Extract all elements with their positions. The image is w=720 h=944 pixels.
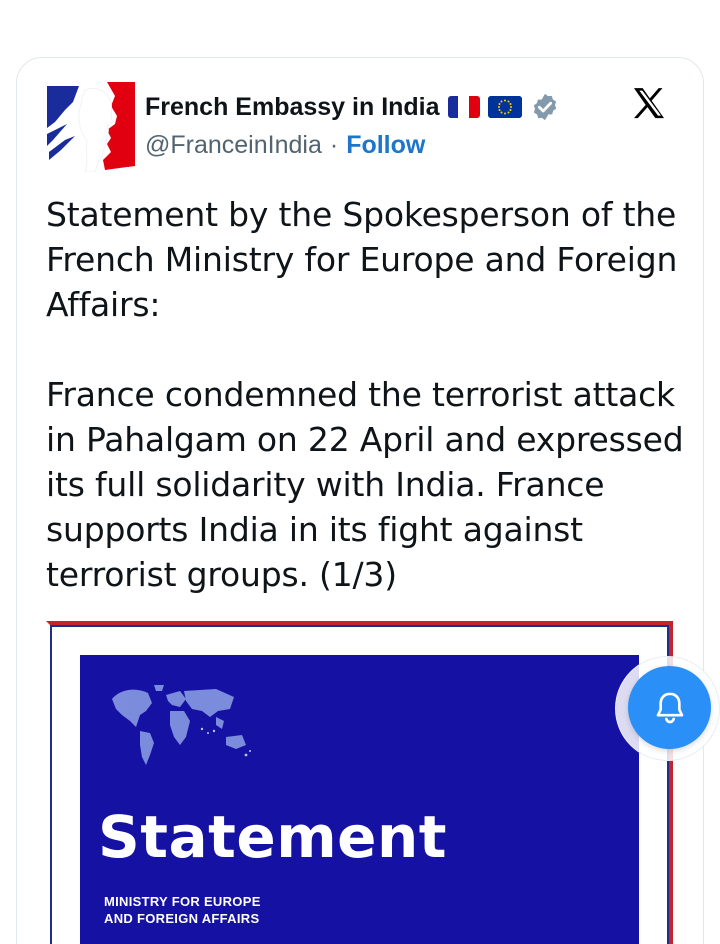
display-name[interactable]: French Embassy in India bbox=[145, 93, 440, 122]
verified-badge-icon bbox=[533, 93, 556, 121]
media-ministry-label: MINISTRY FOR EUROPE AND FOREIGN AFFAIRS bbox=[104, 893, 261, 927]
statement-panel: Statement MINISTRY FOR EUROPE AND FOREIG… bbox=[80, 655, 639, 944]
author-handle[interactable]: @FranceinIndia bbox=[145, 131, 322, 160]
world-map-icon bbox=[112, 685, 251, 765]
author-name-row: French Embassy in India bbox=[145, 90, 560, 124]
tweet-media-image[interactable]: Statement MINISTRY FOR EUROPE AND FOREIG… bbox=[46, 621, 673, 944]
bell-icon bbox=[656, 692, 683, 723]
media-ministry-line-2: AND FOREIGN AFFAIRS bbox=[104, 911, 260, 926]
media-ministry-line-1: MINISTRY FOR EUROPE bbox=[104, 894, 261, 909]
x-logo-icon[interactable] bbox=[628, 84, 670, 124]
follow-button[interactable]: Follow bbox=[346, 131, 425, 160]
eu-flag-icon bbox=[487, 96, 522, 118]
notification-bell-button[interactable] bbox=[628, 666, 711, 749]
tweet-text: Statement by the Spokesperson of the Fre… bbox=[46, 192, 686, 597]
tweet-paragraph-2: France condemned the terrorist attack in… bbox=[46, 375, 684, 594]
tweet-paragraph-1: Statement by the Spokesperson of the Fre… bbox=[46, 195, 678, 324]
author-handle-row: @FranceinIndia · Follow bbox=[145, 128, 425, 162]
marianne-logo-avatar[interactable] bbox=[45, 80, 137, 172]
france-flag-icon bbox=[447, 96, 480, 118]
media-statement-title: Statement bbox=[98, 803, 447, 871]
separator-dot: · bbox=[329, 130, 339, 159]
